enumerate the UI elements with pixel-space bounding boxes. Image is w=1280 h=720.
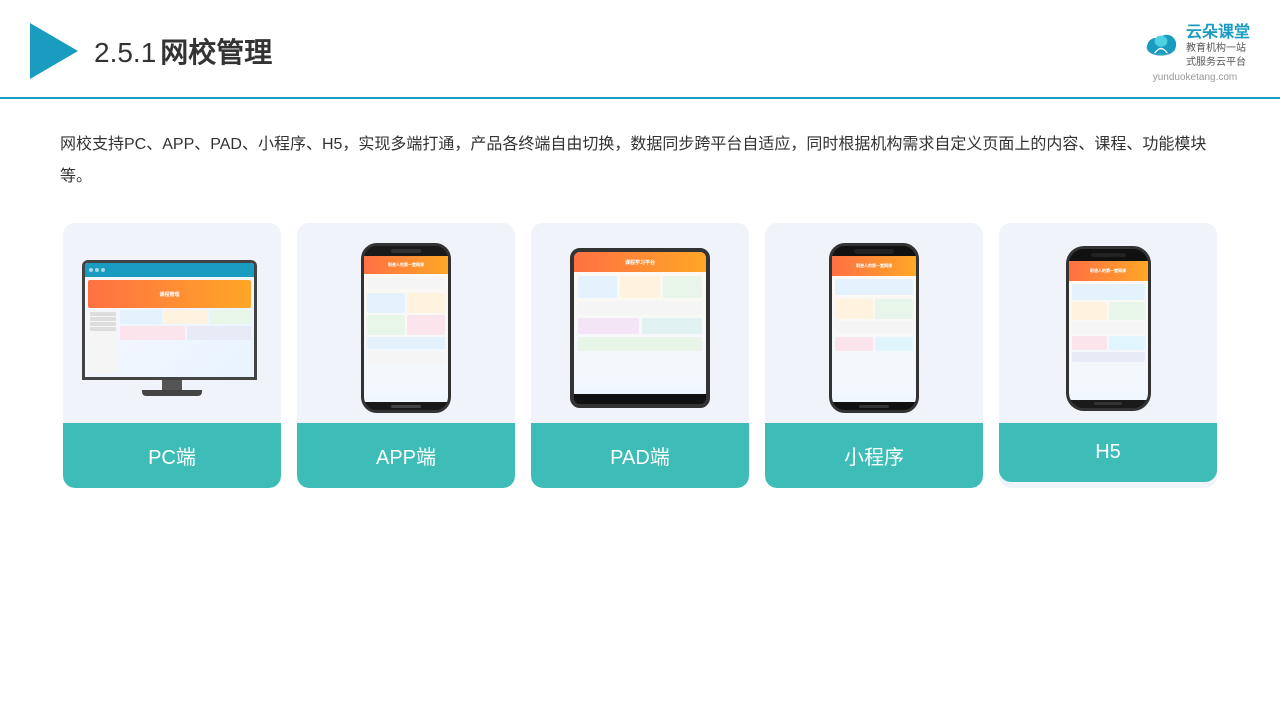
pc-card: 课程管理	[63, 223, 281, 488]
h5-label: H5	[999, 423, 1217, 482]
description-text: 网校支持PC、APP、PAD、小程序、H5，实现多端打通，产品各终端自由切换，数…	[60, 129, 1220, 193]
pc-image-area: 课程管理	[63, 223, 281, 423]
brand-url: yunduoketang.com	[1153, 72, 1238, 83]
pc-monitor-icon: 课程管理	[82, 260, 262, 396]
main-content: 网校支持PC、APP、PAD、小程序、H5，实现多端打通，产品各终端自由切换，数…	[0, 99, 1280, 508]
platform-cards: 课程管理	[60, 223, 1220, 488]
brand-tagline-line2: 式服务云平台	[1186, 56, 1250, 70]
brand-text: 云朵课堂 教育机构一站 式服务云平台	[1186, 18, 1250, 70]
pad-tablet-icon: 课程学习平台	[570, 248, 710, 408]
app-label: APP端	[297, 423, 515, 488]
logo-triangle-icon	[30, 23, 78, 79]
pad-image-area: 课程学习平台	[531, 223, 749, 423]
brand-tagline-line1: 教育机构一站	[1186, 42, 1250, 56]
section-number: 2.5.1	[94, 37, 156, 68]
header-left: 2.5.1网校管理	[30, 23, 272, 79]
cloud-icon	[1140, 30, 1182, 58]
brand-row: 云朵课堂 教育机构一站 式服务云平台	[1140, 18, 1250, 70]
app-phone-icon: 职途人的第一堂网课	[361, 243, 451, 413]
h5-phone-icon: 职途人的第一堂网课	[1066, 246, 1151, 411]
brand-name: 云朵课堂	[1186, 18, 1250, 42]
pc-label: PC端	[63, 423, 281, 488]
mini-program-image-area: 职途人的第一堂网课	[765, 223, 983, 423]
page-header: 2.5.1网校管理 云朵课堂 教育机构一站 式服务云平台 yunduoketan…	[0, 0, 1280, 99]
mini-program-phone-icon: 职途人的第一堂网课	[829, 243, 919, 413]
brand-area: 云朵课堂 教育机构一站 式服务云平台 yunduoketang.com	[1140, 18, 1250, 83]
h5-card: 职途人的第一堂网课	[999, 223, 1217, 488]
mini-program-label: 小程序	[765, 423, 983, 488]
app-card: 职途人的第一堂网课	[297, 223, 515, 488]
app-image-area: 职途人的第一堂网课	[297, 223, 515, 423]
mini-program-card: 职途人的第一堂网课	[765, 223, 983, 488]
h5-image-area: 职途人的第一堂网课	[999, 223, 1217, 423]
pad-card: 课程学习平台	[531, 223, 749, 488]
pad-label: PAD端	[531, 423, 749, 488]
page-title: 2.5.1网校管理	[94, 31, 272, 71]
